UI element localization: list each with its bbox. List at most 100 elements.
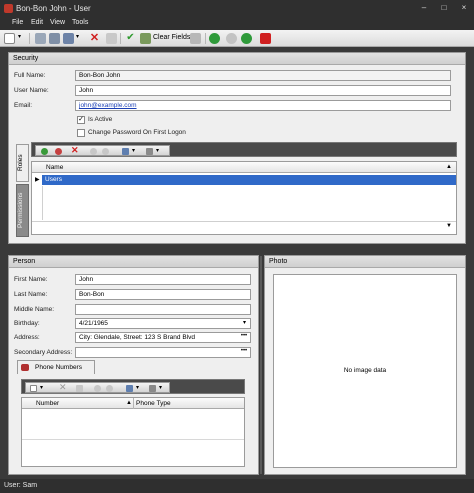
grid-footer-divider [32,221,456,222]
sort-up-icon[interactable]: ▲ [446,164,452,170]
clear-fields-icon[interactable] [140,33,151,44]
refresh-icon[interactable] [209,33,220,44]
app-icon [4,4,13,13]
close-view-icon[interactable] [260,33,271,44]
full-name-label: Full Name: [14,72,46,79]
tab-permissions-label: Permissions [17,192,24,229]
delete-phone-icon[interactable]: ✕ [59,382,67,393]
link-icon[interactable] [41,148,48,155]
birthday-field[interactable]: 4/21/1965 ▾ [75,318,251,329]
delete-icon[interactable]: ✕ [89,33,100,44]
title-bar: Bon-Bon John - User – □ × [0,0,474,18]
new-dropdown-icon[interactable]: ▾ [18,33,29,44]
first-name-field[interactable]: John [75,274,251,285]
unlink-icon[interactable] [55,148,62,155]
save-icon[interactable] [35,33,46,44]
save-new-icon[interactable] [63,33,74,44]
grid-footer-divider [22,439,244,440]
column-divider [133,398,134,409]
refresh-role-icon[interactable] [90,148,97,155]
export-phone-icon[interactable] [126,385,133,392]
filter-icon[interactable] [146,148,153,155]
save-close-icon[interactable] [49,33,60,44]
new-phone-icon[interactable] [30,385,37,392]
filter-phone-dropdown-icon[interactable]: ▾ [159,384,162,391]
clear-fields-button[interactable]: Clear Fields [153,34,190,41]
column-name[interactable]: Name [46,164,63,171]
no-image-text: No image data [343,367,387,374]
phone-toolbar: ▾ ✕ ▾ ▾ [21,379,245,394]
roles-toolbar-group: ✕ ▾ ▾ [35,145,170,156]
security-tabs: Roles Permissions [16,144,29,237]
middle-name-field[interactable] [75,304,251,315]
chevron-down-icon[interactable]: ▾ [240,319,249,328]
user-name-label: User Name: [14,87,49,94]
email-label: Email: [14,102,33,109]
user-name-field[interactable]: John [75,85,451,96]
menu-view[interactable]: View [50,19,65,26]
column-number[interactable]: Number [36,400,59,407]
address-field[interactable]: City: Glendale, Street: 123 S Brand Blvd… [75,332,251,343]
photo-header: Photo [265,256,465,268]
sort-up-icon[interactable]: ▲ [126,400,132,406]
last-name-label: Last Name: [14,291,48,298]
photo-header-label: Photo [269,258,288,265]
table-row[interactable]: Users [42,175,456,185]
toolbar-separator [29,33,30,44]
tab-phone-numbers[interactable]: Phone Numbers [17,360,95,374]
splitter[interactable] [260,256,262,474]
person-header: Person [9,256,258,268]
full-name-field[interactable]: Bon-Bon John [75,70,451,81]
menu-tools[interactable]: Tools [72,19,88,26]
new-phone-dropdown-icon[interactable]: ▾ [40,384,43,391]
phone-grid: Number ▲ Phone Type [21,397,245,467]
menu-edit[interactable]: Edit [31,19,43,26]
refresh-phone-icon[interactable] [94,385,101,392]
person-header-label: Person [13,258,36,265]
scroll-down-icon[interactable]: ▼ [446,223,452,229]
secondary-address-field[interactable]: ••• [75,347,251,358]
last-name-field[interactable]: Bon-Bon [75,289,251,300]
email-field[interactable]: john@example.com [75,100,451,111]
filter-phone-icon[interactable] [149,385,156,392]
change-password-label: Change Password On First Logon [88,129,186,136]
minimize-button[interactable]: – [418,2,430,14]
roles-toolbar: ✕ ▾ ▾ [31,142,457,157]
grid-divider [42,186,43,220]
new-role-icon[interactable] [102,148,109,155]
toggle-icon[interactable] [190,33,201,44]
save-dropdown-icon[interactable]: ▾ [76,33,87,44]
photo-box[interactable]: No image data [273,274,457,468]
tab-permissions[interactable]: Permissions [16,184,29,237]
toolbar-separator [120,33,121,44]
new-phone-record-icon[interactable] [106,385,113,392]
new-icon[interactable] [4,33,15,44]
export-icon[interactable] [122,148,129,155]
address-label: Address: [14,334,40,341]
tab-roles-label: Roles [17,154,24,172]
roles-grid-header: Name ▲ [32,162,456,173]
next-icon[interactable] [241,33,252,44]
phone-toolbar-group: ▾ ✕ ▾ ▾ [25,382,170,393]
close-button[interactable]: × [458,2,470,14]
menu-file[interactable]: File [12,19,23,26]
ellipsis-icon[interactable]: ••• [239,333,249,342]
column-phone-type[interactable]: Phone Type [136,400,171,407]
export-phone-dropdown-icon[interactable]: ▾ [136,384,139,391]
previous-icon[interactable] [226,33,237,44]
is-active-label: Is Active [88,116,113,123]
toolbar-separator [205,33,206,44]
edit-phone-icon[interactable] [76,385,83,392]
export-dropdown-icon[interactable]: ▾ [132,147,135,154]
validate-icon[interactable]: ✔ [125,33,136,44]
maximize-button[interactable]: □ [438,2,450,14]
is-active-checkbox[interactable]: ✓ [77,116,85,124]
delete-role-icon[interactable]: ✕ [71,145,79,156]
filter-dropdown-icon[interactable]: ▾ [156,147,159,154]
first-name-label: First Name: [14,276,48,283]
tab-roles[interactable]: Roles [16,144,29,182]
address-value: City: Glendale, Street: 123 S Brand Blvd [79,334,195,341]
change-password-checkbox[interactable] [77,129,85,137]
undo-icon[interactable] [106,33,117,44]
ellipsis-icon[interactable]: ••• [239,348,249,357]
